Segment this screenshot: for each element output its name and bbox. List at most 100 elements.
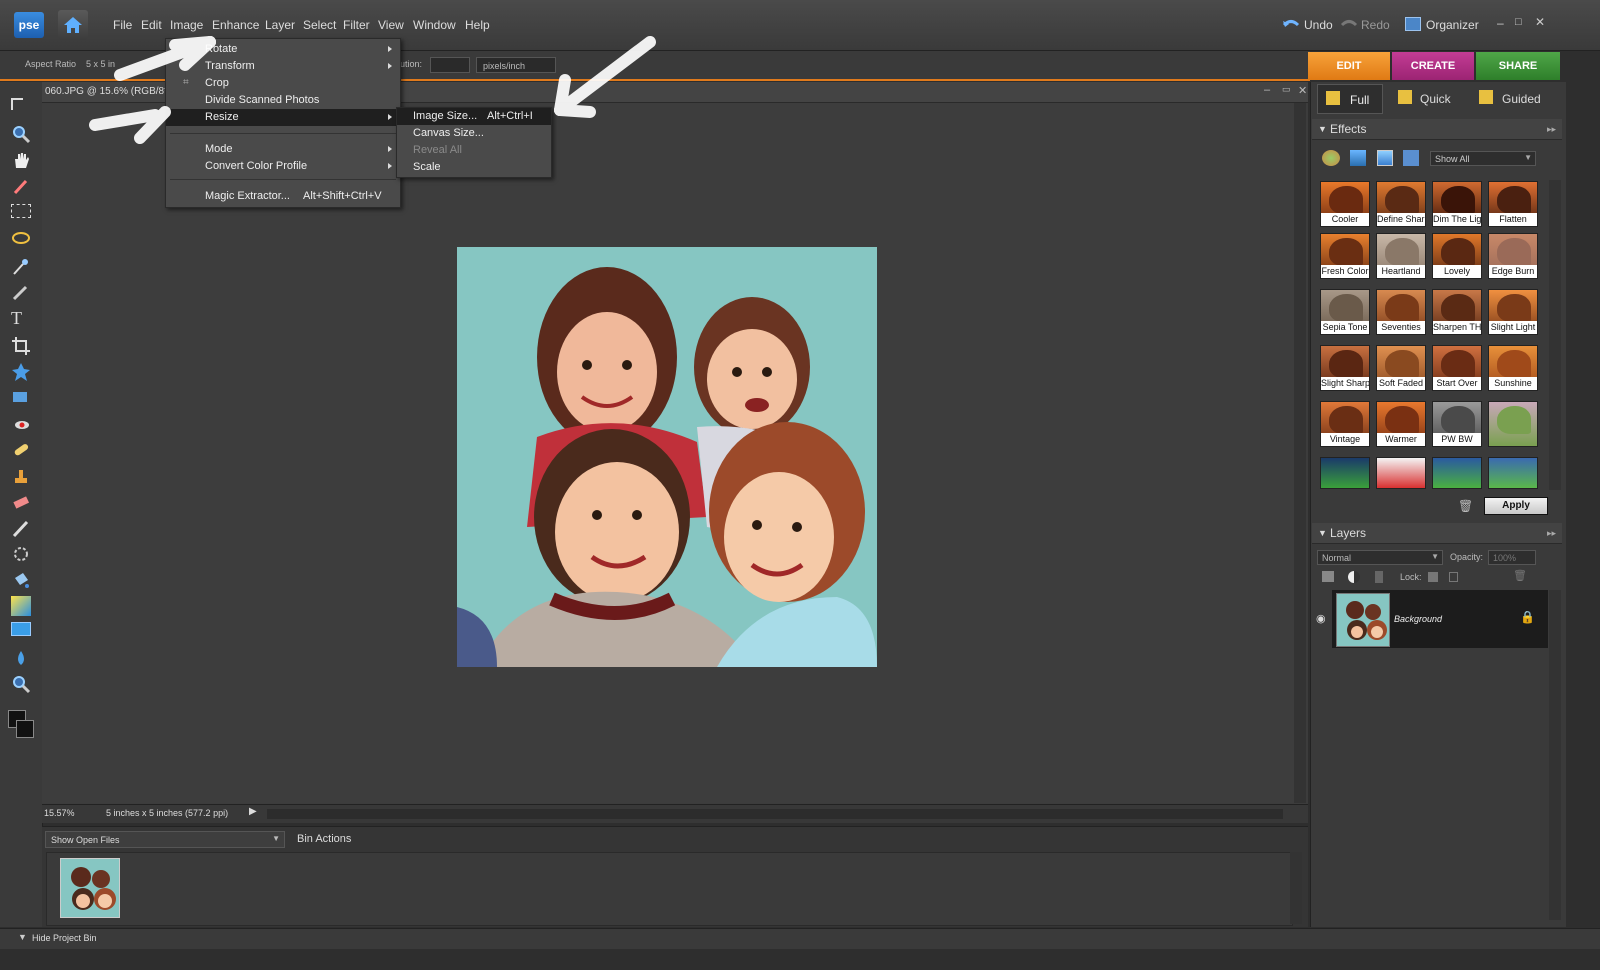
delete-layer-icon[interactable]: 🗑 xyxy=(1513,569,1527,582)
mode-full-button[interactable]: Full xyxy=(1317,84,1383,114)
effect-thumb[interactable] xyxy=(1488,401,1538,447)
menu-layer[interactable]: Layer xyxy=(265,18,295,32)
home-button[interactable] xyxy=(58,10,88,40)
close-icon[interactable]: ✕ xyxy=(1535,15,1545,29)
effects-photo-icon[interactable] xyxy=(1377,150,1393,166)
menu-filter[interactable]: Filter xyxy=(343,18,370,32)
effects-filter-select[interactable]: Show All ▼ xyxy=(1430,151,1536,166)
effect-thumb[interactable]: Sepia Tone xyxy=(1320,289,1370,335)
effect-thumb[interactable]: Soft Faded xyxy=(1376,345,1426,391)
menu-enhance[interactable]: Enhance xyxy=(212,18,259,32)
move-tool-icon[interactable] xyxy=(11,98,23,110)
doc-close-icon[interactable]: ✕ xyxy=(1298,84,1307,97)
tab-edit[interactable]: EDIT xyxy=(1308,52,1390,80)
effects-all-icon[interactable] xyxy=(1403,150,1419,166)
tab-share[interactable]: SHARE xyxy=(1476,52,1560,80)
menu-window[interactable]: Window xyxy=(413,18,456,32)
size-value[interactable]: 5 x 5 in xyxy=(86,59,115,69)
effect-thumb[interactable]: Sharpen THIS xyxy=(1432,289,1482,335)
effect-thumb[interactable]: Slight Sharp xyxy=(1320,345,1370,391)
magic-wand-icon[interactable] xyxy=(11,256,31,276)
effect-thumb[interactable]: Edge Burn xyxy=(1488,233,1538,279)
menu-item-transform[interactable]: Transform xyxy=(166,58,400,74)
effects-scrollbar[interactable] xyxy=(1549,180,1561,490)
new-layer-icon[interactable] xyxy=(1322,571,1334,582)
zoom-tool-icon[interactable] xyxy=(11,124,31,144)
doc-restore-icon[interactable]: ▭ xyxy=(1282,84,1291,95)
maximize-icon[interactable]: □ xyxy=(1515,16,1522,28)
effect-thumb[interactable] xyxy=(1432,457,1482,489)
redo-button[interactable]: Redo xyxy=(1361,18,1390,32)
effect-thumb[interactable]: Dim The Lights xyxy=(1432,181,1482,227)
clone-stamp-icon[interactable] xyxy=(11,466,31,486)
doc-minimize-icon[interactable]: – xyxy=(1264,84,1270,96)
effects-filters-icon[interactable] xyxy=(1322,150,1340,166)
eraser-icon[interactable] xyxy=(11,492,31,512)
show-open-files-select[interactable]: Show Open Files ▼ xyxy=(45,831,285,848)
effect-thumb[interactable]: Start Over xyxy=(1432,345,1482,391)
effect-thumb[interactable]: Heartland xyxy=(1376,233,1426,279)
apply-button[interactable]: Apply xyxy=(1484,497,1548,515)
bin-scrollbar[interactable] xyxy=(1290,852,1302,924)
organizer-button[interactable]: Organizer xyxy=(1426,18,1479,32)
menu-help[interactable]: Help xyxy=(465,18,490,32)
blend-mode-select[interactable]: Normal ▼ xyxy=(1317,550,1443,565)
background-color-swatch[interactable] xyxy=(16,720,34,738)
menu-select[interactable]: Select xyxy=(303,18,336,32)
hide-bin-icon[interactable]: ▼ xyxy=(18,932,27,942)
effect-thumb[interactable]: Define Sharp xyxy=(1376,181,1426,227)
mode-quick-button[interactable]: Quick xyxy=(1394,84,1470,114)
effect-thumb[interactable]: Lovely xyxy=(1432,233,1482,279)
tab-create[interactable]: CREATE xyxy=(1392,52,1474,80)
menu-item-rotate[interactable]: Rotate xyxy=(166,41,400,57)
effects-panel-header[interactable]: ▼ Effects ▸▸ xyxy=(1312,119,1562,140)
undo-button[interactable]: Undo xyxy=(1304,18,1333,32)
gradient-icon[interactable] xyxy=(11,596,31,616)
healing-brush-icon[interactable] xyxy=(11,440,31,460)
units-select[interactable]: pixels/inch xyxy=(476,57,556,73)
eye-icon[interactable]: ◉ xyxy=(1316,612,1326,625)
marquee-icon[interactable] xyxy=(11,204,31,218)
effect-thumb[interactable] xyxy=(1488,457,1538,489)
menu-item-convert-color[interactable]: Convert Color Profile xyxy=(166,158,400,174)
effect-thumb[interactable]: Seventies xyxy=(1376,289,1426,335)
type-tool-icon[interactable]: T xyxy=(11,308,31,328)
crop-tool-icon[interactable] xyxy=(11,336,31,356)
effect-thumb[interactable]: Warmer xyxy=(1376,401,1426,447)
menu-item-divide-scanned[interactable]: Divide Scanned Photos xyxy=(166,92,400,108)
smart-brush-icon[interactable] xyxy=(11,544,31,564)
brush-icon[interactable] xyxy=(11,518,31,538)
menu-item-crop[interactable]: ⌗ Crop xyxy=(166,75,400,91)
canvas-scrollbar-vertical[interactable] xyxy=(1294,103,1306,803)
red-eye-icon[interactable] xyxy=(11,414,31,434)
menu-item-magic-extractor[interactable]: Magic Extractor... Alt+Shift+Ctrl+V xyxy=(166,188,400,204)
effect-thumb[interactable]: Vintage xyxy=(1320,401,1370,447)
effect-thumb[interactable]: Cooler xyxy=(1320,181,1370,227)
undo-icon[interactable] xyxy=(1282,17,1300,31)
zoom-level[interactable]: 15.57% xyxy=(44,808,75,818)
effect-thumb[interactable]: Flatten xyxy=(1488,181,1538,227)
selection-brush-icon[interactable] xyxy=(11,282,31,302)
menu-image[interactable]: Image xyxy=(170,18,203,32)
cookie-cutter-icon[interactable] xyxy=(11,362,31,382)
menu-item-image-size[interactable]: Image Size... Alt+Ctrl+I xyxy=(397,108,551,125)
mode-guided-button[interactable]: Guided xyxy=(1476,84,1560,114)
layers-scrollbar[interactable] xyxy=(1549,590,1561,920)
opacity-input[interactable]: 100% xyxy=(1488,550,1536,565)
bin-thumbnail[interactable] xyxy=(60,858,120,918)
redo-icon[interactable] xyxy=(1340,17,1358,31)
minimize-icon[interactable]: – xyxy=(1497,16,1504,30)
straighten-icon[interactable] xyxy=(11,388,31,408)
resolution-input[interactable] xyxy=(430,57,470,73)
blur-tool-icon[interactable] xyxy=(11,648,31,668)
layers-panel-header[interactable]: ▼ Layers ▸▸ xyxy=(1312,523,1562,544)
bin-actions-button[interactable]: Bin Actions xyxy=(297,833,351,845)
effect-thumb[interactable] xyxy=(1320,457,1370,489)
eyedropper-icon[interactable] xyxy=(11,176,31,196)
status-menu-arrow-icon[interactable]: ▶ xyxy=(249,806,257,817)
menu-view[interactable]: View xyxy=(378,18,404,32)
paint-bucket-icon[interactable] xyxy=(11,570,31,590)
menu-item-resize[interactable]: Resize xyxy=(166,109,400,126)
panel-menu-icon[interactable]: ▸▸ xyxy=(1547,523,1556,543)
effect-thumb[interactable]: Slight Light xyxy=(1488,289,1538,335)
